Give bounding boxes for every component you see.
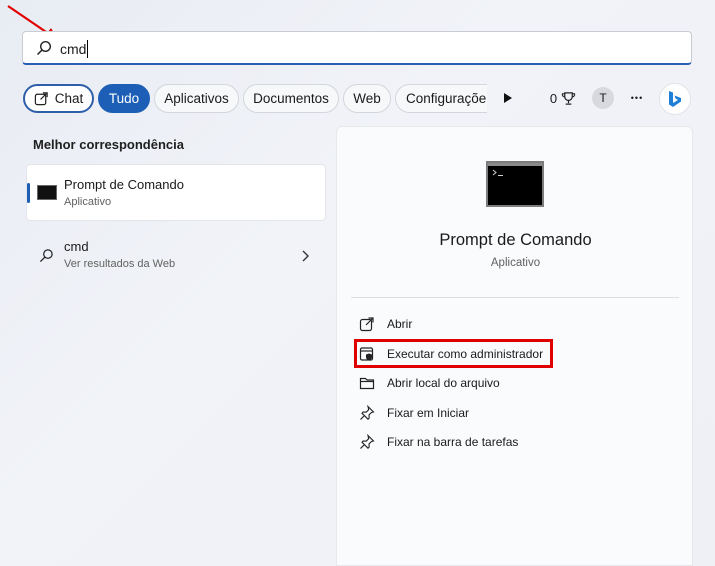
pin-icon <box>360 405 375 420</box>
prompt-glyph-icon <box>492 169 503 176</box>
action-pin-to-start-label: Fixar em Iniciar <box>387 406 470 420</box>
divider <box>351 297 679 298</box>
chat-chip-label: Chat <box>54 91 84 106</box>
action-pin-to-taskbar[interactable]: Fixar na barra de tarefas <box>359 431 518 453</box>
more-icon: ••• <box>630 93 644 103</box>
chat-chip[interactable]: Chat <box>23 84 94 113</box>
folder-icon <box>359 377 375 390</box>
avatar[interactable]: T <box>592 87 614 109</box>
action-pin-to-taskbar-label: Fixar na barra de tarefas <box>387 435 519 449</box>
open-external-icon <box>34 92 48 106</box>
tab-settings-label: Configuraçõe <box>406 91 487 106</box>
tab-documents[interactable]: Documentos <box>243 84 339 113</box>
points-value: 0 <box>549 90 558 106</box>
tab-web[interactable]: Web <box>343 84 391 113</box>
command-prompt-icon <box>37 185 57 200</box>
annotation-highlight-box <box>354 339 553 368</box>
tab-all[interactable]: Tudo <box>98 84 150 113</box>
detail-subtitle: Aplicativo <box>490 257 541 269</box>
tab-all-label: Tudo <box>108 91 140 106</box>
action-pin-to-start[interactable]: Fixar em Iniciar <box>359 402 469 424</box>
action-open-file-location[interactable]: Abrir local do arquivo <box>359 372 500 394</box>
detail-title: Prompt de Comando <box>439 231 592 249</box>
search-icon <box>36 40 52 56</box>
chevron-right-icon <box>302 250 309 262</box>
action-open-label: Abrir <box>387 317 413 331</box>
command-prompt-icon <box>486 161 544 207</box>
best-match-result[interactable]: Prompt de Comando Aplicativo <box>26 164 326 221</box>
trophy-icon <box>561 91 576 105</box>
bing-button[interactable] <box>659 83 691 115</box>
avatar-initial: T <box>599 91 607 105</box>
web-result-title: cmd <box>64 239 89 254</box>
web-search-result[interactable]: cmd Ver resultados da Web <box>26 232 326 278</box>
open-external-icon <box>359 317 374 332</box>
selection-indicator <box>27 183 30 203</box>
best-match-heading: Melhor correspondência <box>33 137 184 152</box>
bing-icon <box>669 91 681 107</box>
tab-settings[interactable]: Configuraçõe <box>395 84 487 113</box>
rewards-points[interactable]: 0 <box>546 86 580 110</box>
web-result-subtitle: Ver resultados da Web <box>64 258 176 270</box>
action-open-file-location-label: Abrir local do arquivo <box>387 376 500 390</box>
play-icon <box>504 93 512 103</box>
search-box[interactable]: cmd <box>22 31 692 65</box>
search-icon <box>39 249 53 263</box>
tab-apps-label: Aplicativos <box>164 91 229 106</box>
tab-apps[interactable]: Aplicativos <box>154 84 239 113</box>
action-open[interactable]: Abrir <box>359 313 412 335</box>
tab-web-label: Web <box>353 91 381 106</box>
tab-documents-label: Documentos <box>253 91 329 106</box>
scroll-right-button[interactable] <box>498 86 518 110</box>
more-options-button[interactable]: ••• <box>626 86 648 110</box>
pin-icon <box>360 434 375 449</box>
result-title: Prompt de Comando <box>64 177 184 192</box>
search-input[interactable]: cmd <box>60 40 89 58</box>
result-subtitle: Aplicativo <box>64 196 112 208</box>
